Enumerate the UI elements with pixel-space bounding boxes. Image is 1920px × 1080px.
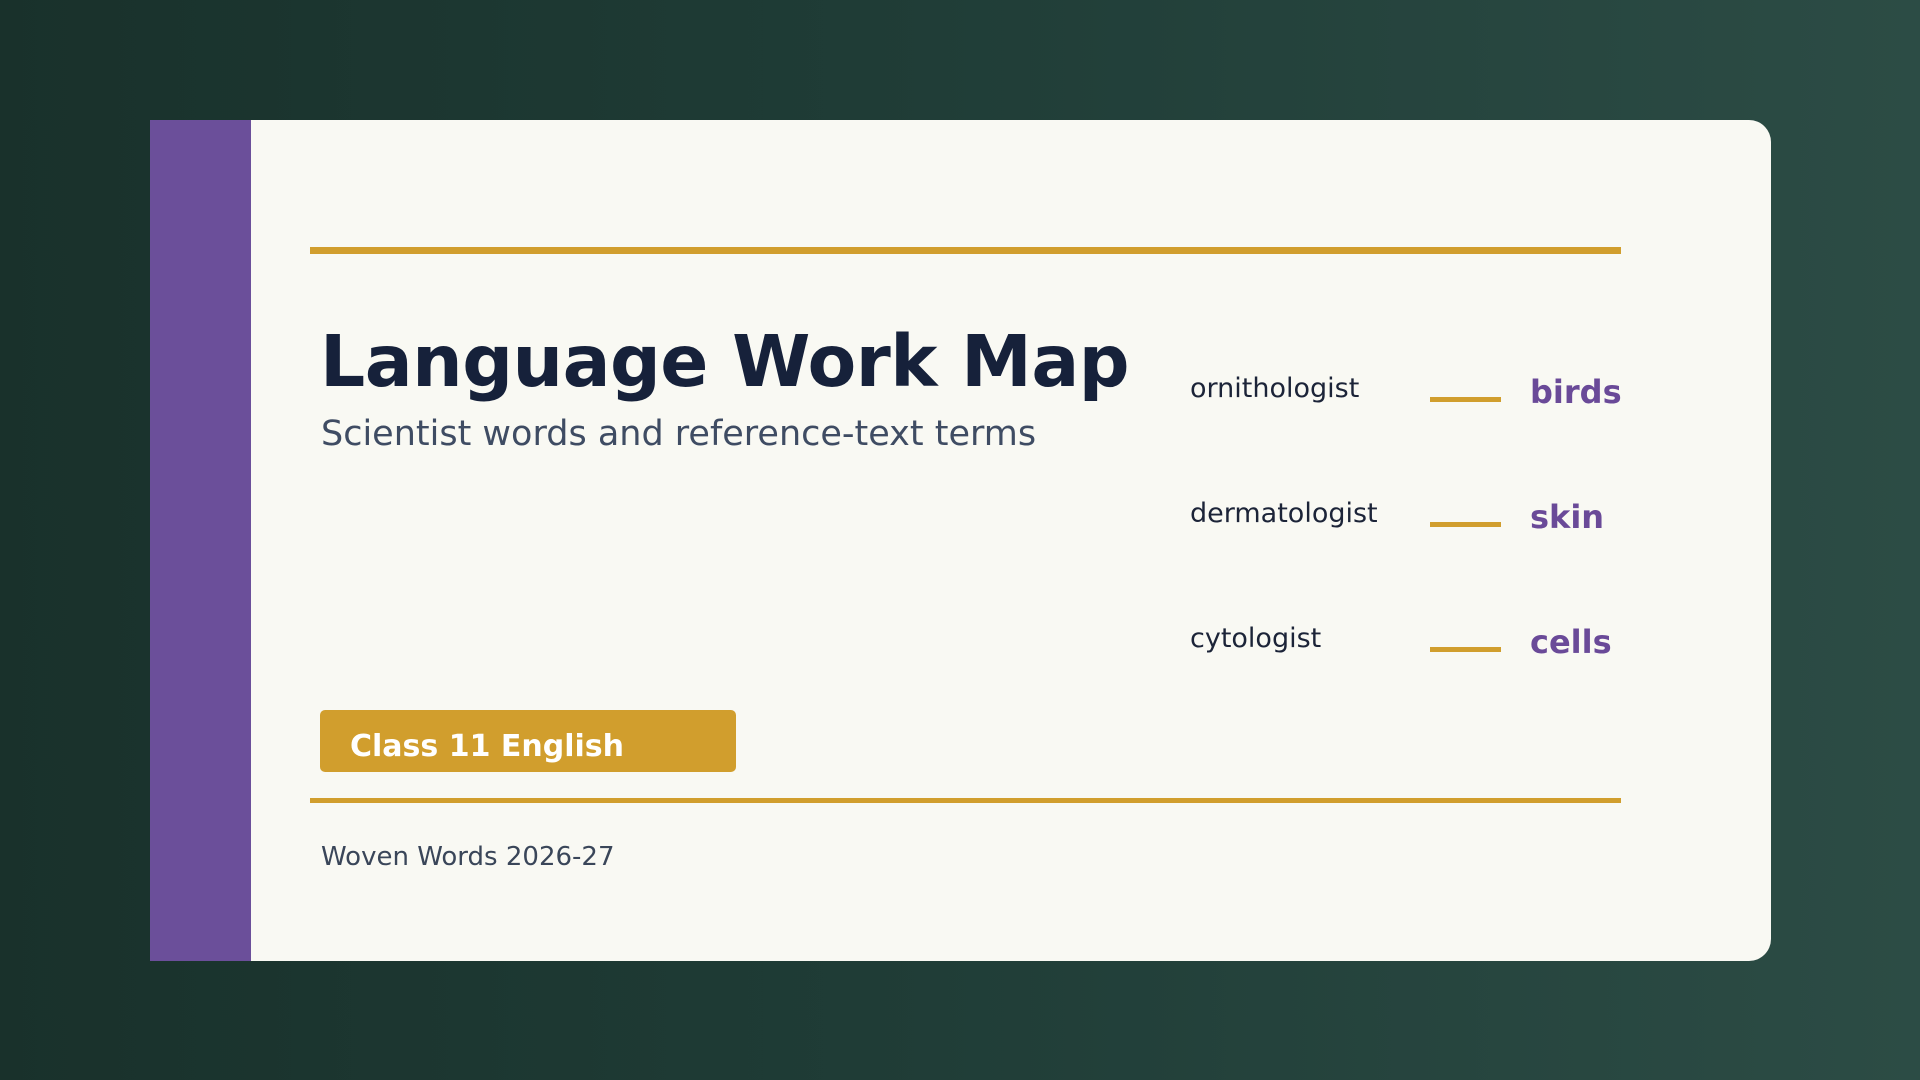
term-row: dermatologist skin bbox=[1190, 498, 1690, 558]
term-connector-line bbox=[1430, 647, 1501, 652]
term-meaning: birds bbox=[1530, 373, 1622, 411]
term-meaning: skin bbox=[1530, 498, 1605, 536]
title-card: Language Work Map Scientist words and re… bbox=[150, 120, 1771, 961]
term-row: cytologist cells bbox=[1190, 623, 1690, 683]
term-meaning: cells bbox=[1530, 623, 1612, 661]
term-connector-line bbox=[1430, 397, 1501, 402]
footer-text: Woven Words 2026-27 bbox=[321, 842, 615, 872]
page-subtitle: Scientist words and reference-text terms bbox=[321, 414, 1037, 454]
top-divider bbox=[310, 247, 1621, 254]
term-word: dermatologist bbox=[1190, 498, 1378, 529]
class-badge-label: Class 11 English bbox=[350, 728, 624, 764]
term-row: ornithologist birds bbox=[1190, 373, 1690, 433]
term-word: ornithologist bbox=[1190, 373, 1360, 404]
class-badge: Class 11 English bbox=[320, 710, 736, 772]
page-title: Language Work Map bbox=[320, 320, 1130, 403]
bottom-divider bbox=[310, 798, 1621, 803]
term-word: cytologist bbox=[1190, 623, 1322, 654]
accent-spine bbox=[150, 120, 251, 961]
term-connector-line bbox=[1430, 522, 1501, 527]
